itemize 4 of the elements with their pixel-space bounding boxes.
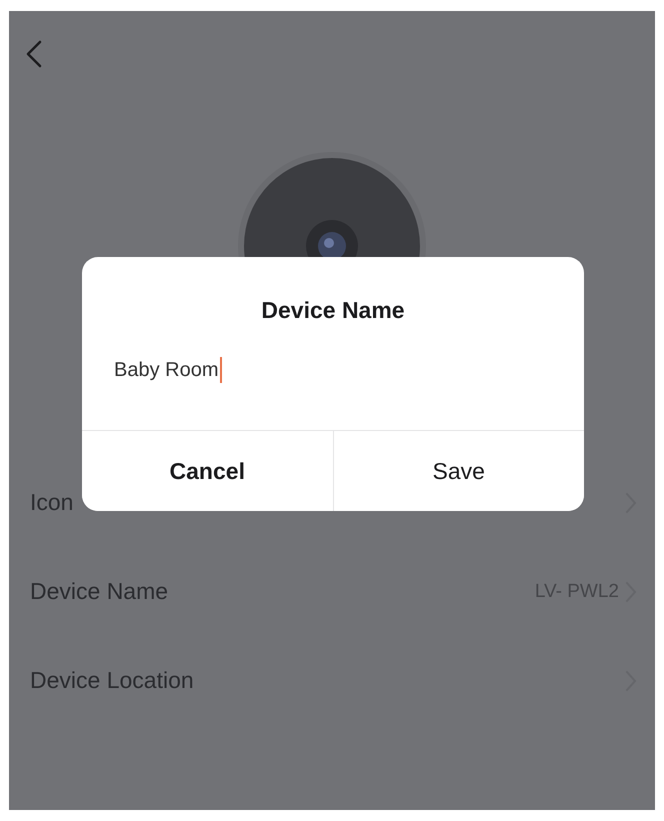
row-label: Device Location [30, 667, 195, 694]
dialog-title: Device Name [261, 297, 405, 324]
row-label: Icon [30, 489, 74, 516]
row-label: Device Name [30, 578, 170, 605]
